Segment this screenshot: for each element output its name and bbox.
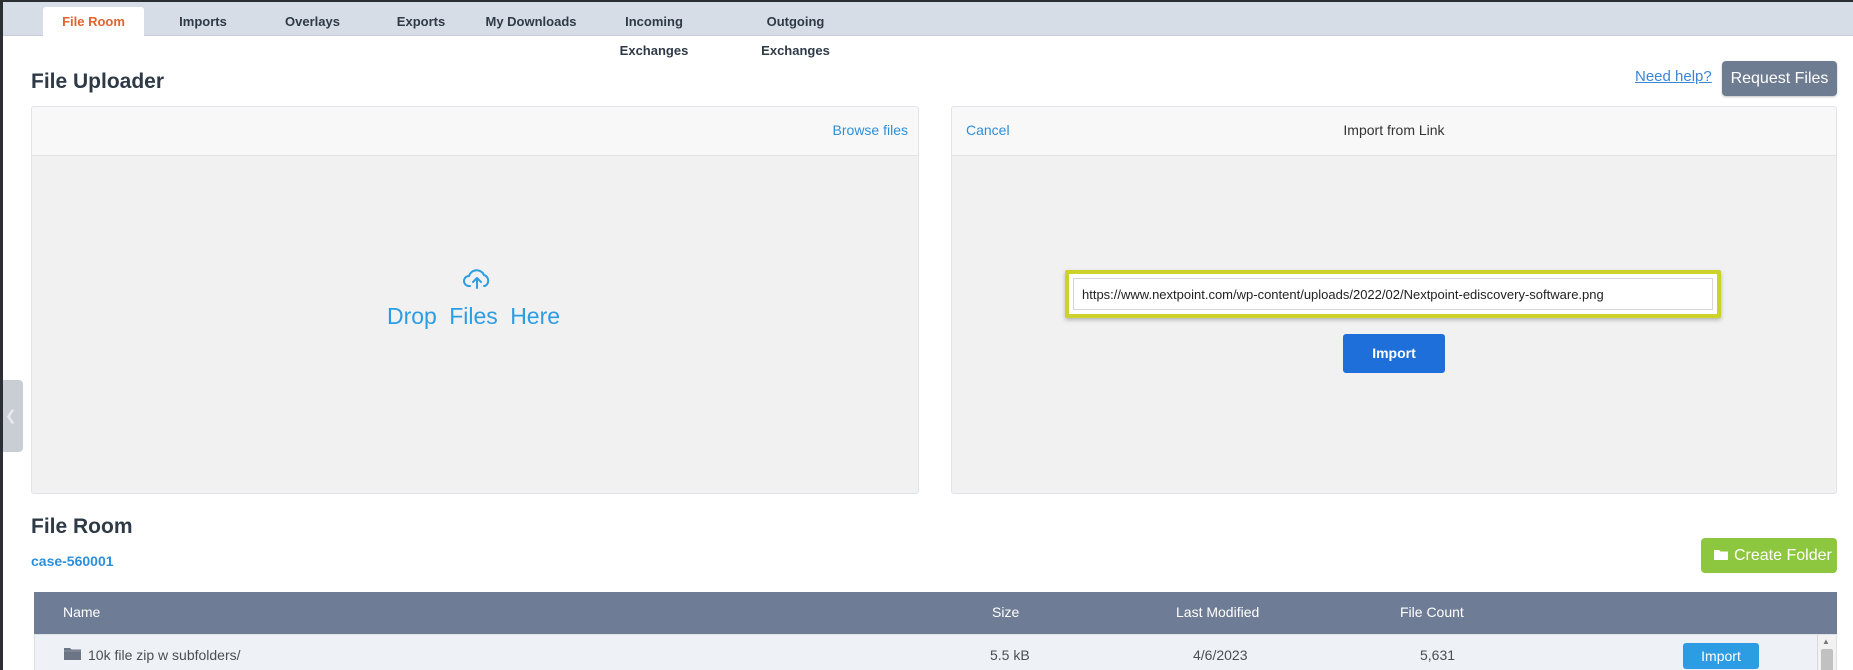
create-folder-button[interactable]: Create Folder — [1701, 538, 1837, 573]
drop-zone[interactable]: Drop Files Here — [32, 157, 918, 493]
import-from-link-panel: Cancel Import from Link Import — [951, 106, 1837, 494]
case-breadcrumb-link[interactable]: case-560001 — [31, 553, 114, 569]
url-input-highlight — [1065, 270, 1721, 318]
request-files-button[interactable]: Request Files — [1722, 61, 1837, 96]
chevron-left-icon: ❮ — [5, 407, 17, 423]
drop-files-label: Drop Files Here — [387, 303, 561, 329]
tab-exports[interactable]: Exports — [375, 7, 467, 36]
tab-overlays[interactable]: Overlays — [265, 7, 360, 36]
table-scrollbar[interactable]: ▲ — [1817, 635, 1835, 670]
row-name[interactable]: 10k file zip w subfolders/ — [88, 647, 241, 663]
import-from-link-title: Import from Link — [1343, 122, 1445, 138]
scroll-thumb[interactable] — [1821, 649, 1833, 670]
create-folder-label: Create Folder — [1734, 547, 1832, 564]
url-input[interactable] — [1073, 278, 1713, 310]
drop-panel-header: Browse files — [32, 107, 918, 156]
row-last-modified: 4/6/2023 — [1193, 647, 1248, 663]
app-frame: File Room Imports Overlays Exports My Do… — [0, 0, 1853, 670]
sidebar-collapse-handle[interactable]: ❮ — [3, 380, 23, 452]
scroll-up-icon[interactable]: ▲ — [1822, 637, 1830, 646]
import-panel-header: Cancel Import from Link — [952, 107, 1836, 156]
file-room-title: File Room — [31, 515, 133, 538]
row-import-button[interactable]: Import — [1683, 643, 1759, 669]
row-size: 5.5 kB — [990, 647, 1030, 663]
column-last-modified[interactable]: Last Modified — [1176, 604, 1259, 620]
column-name[interactable]: Name — [63, 604, 100, 620]
row-file-count: 5,631 — [1420, 647, 1456, 663]
table-row[interactable]: 10k file zip w subfolders/ 5.5 kB 4/6/20… — [34, 634, 1837, 670]
import-link-button[interactable]: Import — [1343, 334, 1445, 373]
tab-imports[interactable]: Imports — [153, 7, 253, 36]
top-tab-bar: File Room Imports Overlays Exports My Do… — [3, 2, 1853, 58]
tab-my-downloads[interactable]: My Downloads — [481, 7, 581, 36]
folder-icon — [1714, 550, 1728, 560]
file-table-header: Name Size Last Modified File Count — [34, 592, 1837, 634]
drop-files-panel: Browse files Drop Files Here — [31, 106, 919, 494]
browse-files-link[interactable]: Browse files — [833, 122, 908, 138]
tab-file-room[interactable]: File Room — [43, 7, 144, 36]
column-file-count[interactable]: File Count — [1400, 604, 1464, 620]
file-uploader-title: File Uploader — [31, 70, 165, 93]
tab-outgoing-exchanges[interactable]: Outgoing Exchanges — [733, 7, 858, 58]
column-size[interactable]: Size — [992, 604, 1019, 620]
tab-incoming-exchanges[interactable]: Incoming Exchanges — [594, 7, 714, 58]
need-help-link[interactable]: Need help? — [1635, 68, 1712, 85]
folder-icon — [64, 648, 81, 660]
cloud-upload-icon — [463, 269, 490, 289]
